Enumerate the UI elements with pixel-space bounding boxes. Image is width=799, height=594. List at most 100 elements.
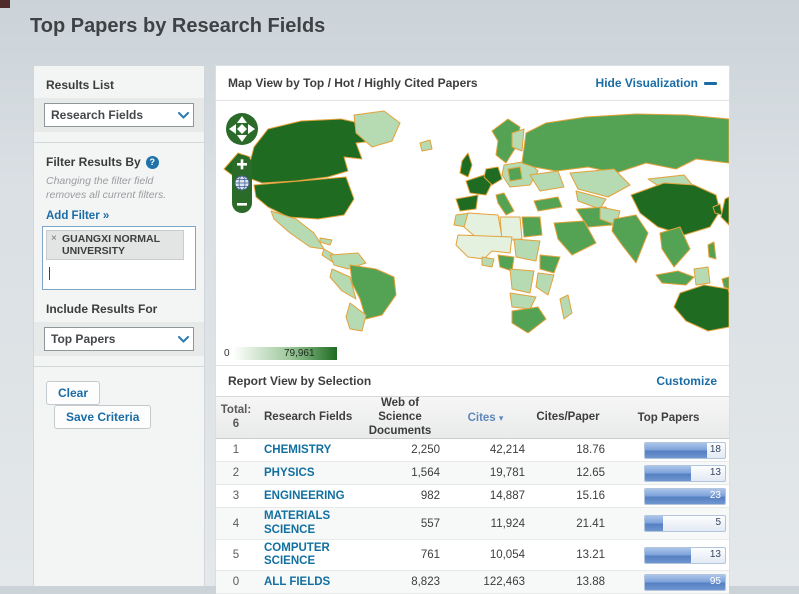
include-results-band: Top Papers: [34, 322, 204, 356]
main-panel: Map View by Top / Hot / Highly Cited Pap…: [215, 65, 730, 586]
country-sudan-chad[interactable]: [514, 239, 540, 261]
top-papers-bar-fill: [645, 548, 691, 563]
save-criteria-button[interactable]: Save Criteria: [54, 405, 151, 429]
field-link[interactable]: ALL FIELDS: [256, 576, 360, 589]
field-link[interactable]: ENGINEERING: [256, 490, 360, 503]
country-iceland[interactable]: [420, 140, 432, 151]
region-southern-africa[interactable]: [510, 293, 536, 309]
text-caret: [49, 267, 50, 280]
zoom-out-icon[interactable]: [237, 203, 247, 206]
region-caribbean[interactable]: [320, 238, 332, 245]
cites-value: 19,781: [446, 467, 531, 479]
island-borneo[interactable]: [694, 267, 710, 285]
country-indonesia[interactable]: [656, 271, 694, 285]
field-link[interactable]: MATERIALS SCIENCE: [256, 510, 360, 536]
table-header-row: Total: 6 Research Fields Web of Science …: [216, 396, 729, 439]
region-east-africa[interactable]: [536, 273, 554, 295]
hide-visualization-label: Hide Visualization: [596, 76, 698, 90]
country-italy[interactable]: [496, 193, 514, 215]
chevron-down-icon: [173, 112, 193, 119]
customize-link[interactable]: Customize: [656, 374, 717, 388]
region-gulf-of-guinea[interactable]: [482, 257, 494, 267]
filter-tag: × GUANGXI NORMAL UNIVERSITY: [46, 230, 184, 260]
include-results-select[interactable]: Top Papers: [44, 327, 194, 351]
filter-tag-label: GUANGXI NORMAL UNIVERSITY: [62, 233, 160, 257]
row-rank: 3: [216, 490, 256, 502]
country-turkey[interactable]: [534, 197, 562, 211]
filters-sidebar: Results List Research Fields Filter Resu…: [33, 65, 205, 586]
country-australia[interactable]: [674, 285, 729, 331]
cites-per-paper-value: 12.65: [531, 467, 611, 479]
add-filter-link[interactable]: Add Filter »: [34, 202, 204, 226]
world-map: [216, 101, 729, 341]
country-poland[interactable]: [508, 167, 522, 181]
cites-per-paper-header[interactable]: Cites/Paper: [531, 411, 611, 425]
top-papers-header[interactable]: Top Papers: [611, 412, 729, 424]
country-india[interactable]: [612, 215, 648, 263]
cites-value: 11,924: [446, 518, 531, 530]
country-egypt[interactable]: [522, 217, 542, 237]
country-nigeria[interactable]: [498, 255, 514, 271]
country-philippines[interactable]: [708, 242, 716, 259]
globe-icon[interactable]: [235, 176, 249, 190]
remove-tag-icon[interactable]: ×: [51, 233, 57, 245]
country-ukraine[interactable]: [530, 171, 564, 191]
cites-per-paper-value: 13.88: [531, 576, 611, 588]
cites-per-paper-value: 21.41: [531, 518, 611, 530]
report-view-title: Report View by Selection: [228, 374, 371, 388]
field-link[interactable]: COMPUTER SCIENCE: [256, 542, 360, 568]
legend-min-value: 0: [224, 348, 230, 359]
row-rank: 4: [216, 518, 256, 530]
table-row: 1CHEMISTRY2,25042,21418.7618: [216, 439, 729, 462]
top-papers-value: 5: [715, 517, 721, 528]
table-row: 3ENGINEERING98214,88715.1623: [216, 485, 729, 508]
country-canada[interactable]: [246, 119, 374, 183]
cites-value: 122,463: [446, 576, 531, 588]
research-fields-header[interactable]: Research Fields: [256, 411, 360, 424]
top-papers-cell: 13: [611, 547, 729, 564]
country-united-kingdom[interactable]: [460, 153, 472, 177]
field-link[interactable]: CHEMISTRY: [256, 444, 360, 457]
top-papers-cell: 95: [611, 574, 729, 591]
country-dr-congo[interactable]: [510, 269, 534, 293]
top-papers-value: 18: [710, 444, 721, 455]
wos-documents-value: 761: [360, 549, 446, 561]
country-south-africa[interactable]: [512, 307, 546, 333]
results-list-label: Results List: [34, 66, 204, 98]
chevron-down-icon: [173, 336, 193, 343]
top-papers-value: 95: [710, 576, 721, 587]
top-papers-bar: 95: [644, 574, 726, 591]
filter-input-box[interactable]: × GUANGXI NORMAL UNIVERSITY: [42, 226, 196, 290]
map-view-title: Map View by Top / Hot / Highly Cited Pap…: [228, 76, 478, 90]
clear-button[interactable]: Clear: [46, 381, 100, 405]
country-japan[interactable]: [721, 197, 729, 225]
country-finland[interactable]: [512, 129, 524, 151]
wos-documents-value: 557: [360, 518, 446, 530]
top-papers-value: 23: [710, 490, 721, 501]
corner-artifact: [0, 0, 10, 8]
country-spain[interactable]: [456, 195, 478, 211]
sort-descending-icon: ▾: [499, 413, 504, 423]
results-list-select[interactable]: Research Fields: [44, 103, 194, 127]
filter-note: Changing the filter field removes all cu…: [34, 169, 204, 202]
cites-sort-header[interactable]: Cites ▾: [446, 412, 531, 424]
legend-max-value: 79,961: [284, 348, 315, 359]
hide-visualization-link[interactable]: Hide Visualization: [596, 76, 717, 90]
wos-documents-header[interactable]: Web of Science Documents: [360, 397, 446, 438]
help-icon[interactable]: ?: [146, 156, 159, 169]
top-papers-bar-fill: [645, 516, 663, 531]
cites-per-paper-value: 18.76: [531, 444, 611, 456]
island-new-guinea[interactable]: [722, 277, 729, 289]
country-ethiopia[interactable]: [540, 255, 560, 273]
country-madagascar[interactable]: [560, 295, 572, 319]
field-link[interactable]: PHYSICS: [256, 467, 360, 480]
top-papers-bar: 13: [644, 465, 726, 482]
top-papers-bar: 23: [644, 488, 726, 505]
top-papers-cell: 13: [611, 465, 729, 482]
top-papers-value: 13: [710, 549, 721, 560]
table-row: 4MATERIALS SCIENCE55711,92421.41 5: [216, 508, 729, 539]
legend-gradient-bar: 79,961: [233, 347, 337, 360]
include-results-value: Top Papers: [45, 332, 115, 346]
country-russia[interactable]: [522, 114, 729, 173]
country-usa[interactable]: [254, 177, 354, 219]
